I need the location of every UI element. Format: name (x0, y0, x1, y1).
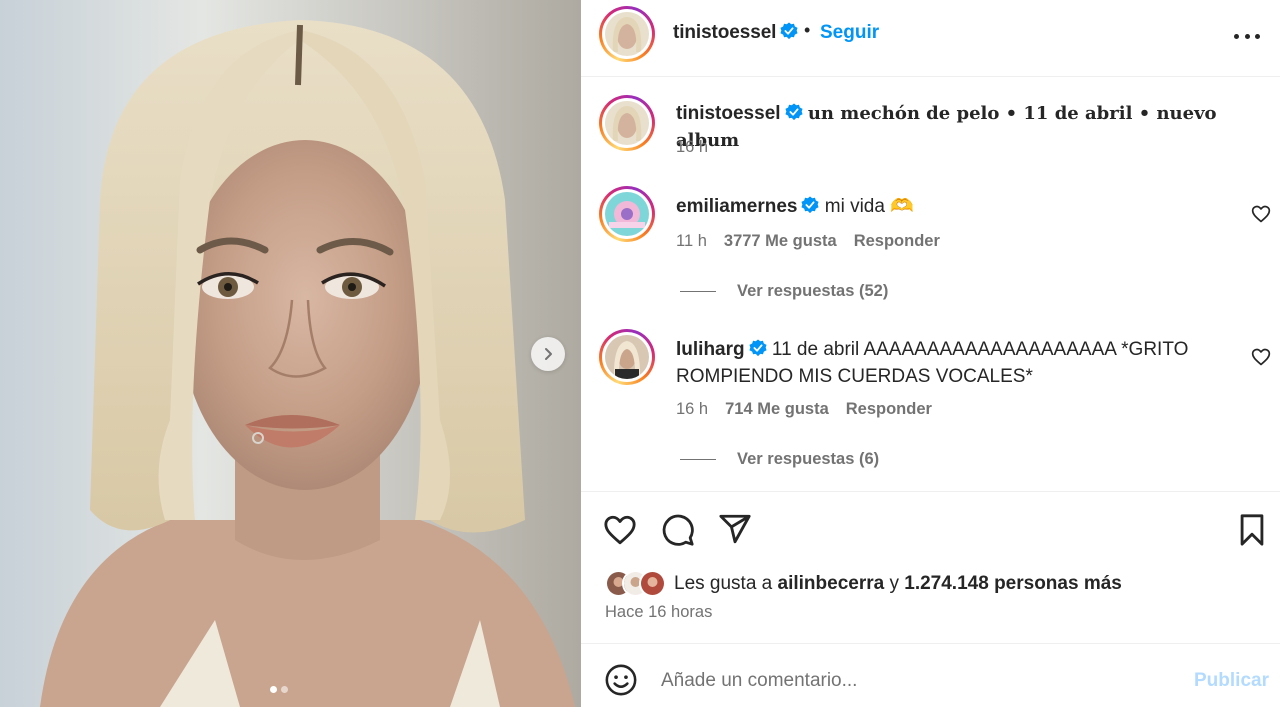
view-replies-button[interactable]: Ver respuestas (6) (680, 450, 879, 469)
more-options-icon[interactable] (1234, 26, 1260, 46)
carousel-dot (281, 686, 288, 693)
publish-button[interactable]: Publicar (1194, 670, 1269, 692)
comment-input[interactable] (661, 666, 1161, 696)
caption-username[interactable]: tinistoessel (676, 103, 781, 124)
comment-meta: 11 h 3777 Me gusta Responder (676, 232, 940, 251)
reply-button[interactable]: Responder (846, 400, 932, 419)
comment-heart-icon[interactable] (1251, 204, 1271, 224)
comment-username[interactable]: emiliamernes (676, 196, 797, 217)
comment-time[interactable]: 16 h (676, 400, 708, 419)
carousel-dot-active (270, 686, 277, 693)
post-side-panel: tinistoessel • Seguir tinistoessel un me… (581, 0, 1280, 707)
replies-divider (680, 291, 716, 292)
follow-button[interactable]: Seguir (820, 22, 879, 44)
caption-avatar[interactable] (599, 95, 655, 151)
post-dialog: tinistoessel • Seguir tinistoessel un me… (0, 0, 1280, 707)
bookmark-icon[interactable] (1235, 513, 1269, 547)
header-separator: • (804, 20, 811, 40)
comment-text-block: emiliamernes mi vida 🫶 (676, 193, 1236, 220)
replies-divider (680, 459, 716, 460)
comment-avatar[interactable] (599, 329, 655, 385)
likes-count-link[interactable]: 1.274.148 personas más (904, 573, 1122, 594)
caption-avatar-image (605, 101, 649, 145)
author-avatar[interactable] (599, 6, 655, 62)
post-photo (0, 0, 581, 707)
comment-username[interactable]: luliharg (676, 339, 745, 360)
verified-badge-icon (784, 103, 803, 121)
comment-icon[interactable] (661, 513, 695, 547)
post-time[interactable]: Hace 16 horas (605, 603, 712, 622)
caption-time[interactable]: 16 h (676, 138, 708, 157)
likes-summary: Les gusta a ailinbecerra y 1.274.148 per… (605, 570, 1122, 597)
add-comment-bar: Publicar (581, 643, 1280, 707)
view-replies-label: Ver respuestas (52) (737, 282, 889, 300)
comment-likes[interactable]: 3777 Me gusta (724, 232, 837, 251)
emoji-icon[interactable] (604, 663, 638, 697)
caption-meta: 16 h (676, 138, 708, 157)
carousel-indicator (270, 686, 288, 693)
likes-connector: y (889, 572, 899, 594)
chevron-right-icon (545, 348, 552, 360)
verified-badge-icon (801, 196, 820, 214)
comment-avatar-image (605, 192, 649, 236)
caption-text-block: tinistoessel un mechón de pelo • 11 de a… (676, 100, 1266, 154)
liker-avatar[interactable] (639, 570, 666, 597)
comment-likes[interactable]: 714 Me gusta (725, 400, 829, 419)
likes-text: Les gusta a ailinbecerra y 1.274.148 per… (674, 573, 1122, 595)
post-actions: Les gusta a ailinbecerra y 1.274.148 per… (581, 491, 1280, 643)
comment-meta: 16 h 714 Me gusta Responder (676, 400, 932, 419)
carousel-next-button[interactable] (531, 337, 565, 371)
author-username[interactable]: tinistoessel (673, 22, 798, 44)
verified-badge-icon (749, 339, 767, 357)
comment-text-block: luliharg 11 de abril AAAAAAAAAAAAAAAAAAA… (676, 336, 1226, 390)
liker-avatars (605, 570, 666, 597)
author-avatar-image (605, 12, 649, 56)
send-icon[interactable] (718, 512, 752, 546)
view-replies-label: Ver respuestas (6) (737, 450, 880, 468)
likes-prefix: Les gusta a (674, 572, 773, 594)
heart-icon[interactable] (603, 513, 637, 547)
post-media[interactable] (0, 0, 581, 707)
comment-time[interactable]: 11 h (676, 232, 707, 251)
verified-badge-icon (780, 22, 798, 40)
post-header: tinistoessel • Seguir (581, 0, 1280, 77)
view-replies-button[interactable]: Ver respuestas (52) (680, 282, 888, 301)
liker-username[interactable]: ailinbecerra (778, 573, 885, 594)
reply-button[interactable]: Responder (854, 232, 940, 251)
comment-avatar-image (605, 335, 649, 379)
comment-avatar[interactable] (599, 186, 655, 242)
comment-text: mi vida 🫶 (824, 196, 914, 217)
comment-heart-icon[interactable] (1251, 347, 1271, 367)
